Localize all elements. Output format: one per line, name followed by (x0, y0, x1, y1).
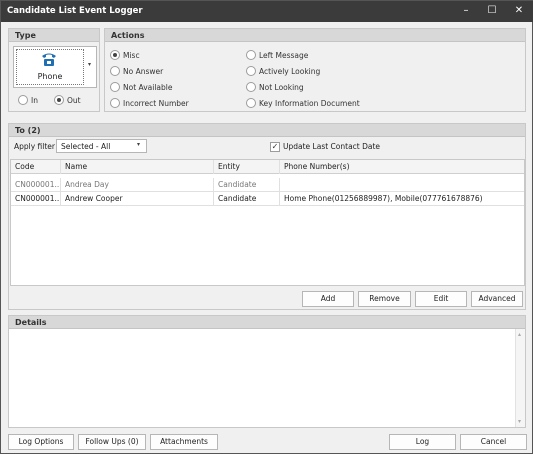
maximize-button[interactable]: ☐ (482, 4, 502, 18)
type-panel-header: Type (9, 29, 99, 42)
scroll-down-icon[interactable]: ▾ (518, 418, 521, 425)
window-title: Candidate List Event Logger (7, 6, 143, 16)
action-label: Key Information Document (259, 98, 360, 108)
apply-filter-label: Apply filter (14, 142, 56, 151)
radio-dot (246, 50, 256, 60)
column-header-entity[interactable]: Entity (214, 160, 280, 174)
cell-name: Andrea Day (61, 178, 214, 192)
edit-button[interactable]: Edit (415, 291, 467, 307)
direction-out-label: Out (67, 95, 81, 105)
log-button[interactable]: Log (389, 434, 456, 450)
chevron-down-icon[interactable]: ▾ (137, 141, 140, 148)
action-misc-radio[interactable]: Misc (110, 50, 140, 60)
action-not-looking-radio[interactable]: Not Looking (246, 82, 304, 92)
action-label: Not Available (123, 82, 173, 92)
direction-in-radio[interactable]: In (18, 95, 38, 105)
radio-dot (110, 50, 120, 60)
action-label: Incorrect Number (123, 98, 189, 108)
type-panel: Type Phone ▾ In Out (8, 28, 100, 112)
attachments-button[interactable]: Attachments (150, 434, 218, 450)
radio-dot (54, 95, 64, 105)
scroll-up-icon[interactable]: ▴ (518, 331, 521, 338)
action-key-information-document-radio[interactable]: Key Information Document (246, 98, 360, 108)
cancel-button[interactable]: Cancel (460, 434, 527, 450)
radio-dot (246, 82, 256, 92)
phone-icon (42, 53, 56, 66)
radio-dot (110, 82, 120, 92)
remove-button[interactable]: Remove (358, 291, 411, 307)
advanced-button[interactable]: Advanced (471, 291, 523, 307)
cell-phone (280, 178, 525, 192)
type-selector[interactable]: Phone ▾ (13, 46, 97, 88)
action-label: Actively Looking (259, 66, 321, 76)
update-last-contact-label: Update Last Contact Date (283, 142, 381, 151)
action-not-available-radio[interactable]: Not Available (110, 82, 172, 92)
column-header-phone[interactable]: Phone Number(s) (280, 160, 525, 174)
filter-select[interactable]: Selected - All ▾ (56, 139, 147, 153)
title-bar[interactable]: Candidate List Event Logger – ☐ ✕ (1, 1, 533, 22)
details-panel: Details ▴ ▾ (8, 315, 526, 428)
details-panel-header: Details (9, 316, 525, 329)
add-button[interactable]: Add (302, 291, 354, 307)
recipients-panel-header: To (2) (9, 124, 525, 137)
event-logger-window: Candidate List Event Logger – ☐ ✕ Type P… (0, 0, 533, 454)
direction-in-label: In (31, 95, 38, 105)
actions-panel: Actions Misc No Answer Not Available Inc… (104, 28, 526, 112)
update-last-contact-checkbox[interactable]: ✓ (270, 142, 280, 152)
action-label: Not Looking (259, 82, 304, 92)
table-header-row: Code Name Entity Phone Number(s) (11, 160, 524, 174)
column-header-name[interactable]: Name (61, 160, 214, 174)
close-button[interactable]: ✕ (509, 4, 529, 18)
cell-entity: Candidate (214, 178, 280, 192)
table-row[interactable]: CN000001... Andrew Cooper Candidate Home… (11, 192, 524, 206)
chevron-down-icon[interactable]: ▾ (88, 61, 91, 68)
cell-phone: Home Phone(01256889987), Mobile(07776167… (284, 194, 483, 203)
action-left-message-radio[interactable]: Left Message (246, 50, 308, 60)
details-scrollbar[interactable]: ▴ ▾ (515, 329, 525, 427)
action-actively-looking-radio[interactable]: Actively Looking (246, 66, 320, 76)
radio-dot (110, 66, 120, 76)
column-header-code[interactable]: Code (11, 160, 61, 174)
table-row[interactable]: CN000001... Andrea Day Candidate (11, 178, 524, 192)
action-label: Left Message (259, 50, 309, 60)
radio-dot (246, 66, 256, 76)
minimize-button[interactable]: – (456, 4, 476, 18)
action-no-answer-radio[interactable]: No Answer (110, 66, 163, 76)
cell-name: Andrew Cooper (61, 192, 214, 206)
radio-dot (110, 98, 120, 108)
radio-dot (18, 95, 28, 105)
recipients-table: Code Name Entity Phone Number(s) CN00000… (10, 159, 525, 286)
cell-entity: Candidate (214, 192, 280, 206)
action-incorrect-number-radio[interactable]: Incorrect Number (110, 98, 189, 108)
radio-dot (246, 98, 256, 108)
direction-out-radio[interactable]: Out (54, 95, 81, 105)
details-textarea[interactable] (9, 329, 525, 427)
cell-code: CN000001... (11, 192, 61, 206)
action-label: No Answer (123, 66, 164, 76)
follow-ups-button[interactable]: Follow Ups (0) (78, 434, 146, 450)
log-options-button[interactable]: Log Options (8, 434, 74, 450)
type-selector-label: Phone (37, 72, 63, 81)
actions-panel-header: Actions (105, 29, 525, 42)
filter-select-value: Selected - All (61, 142, 111, 151)
action-label: Misc (123, 50, 140, 60)
cell-code: CN000001... (11, 178, 61, 192)
